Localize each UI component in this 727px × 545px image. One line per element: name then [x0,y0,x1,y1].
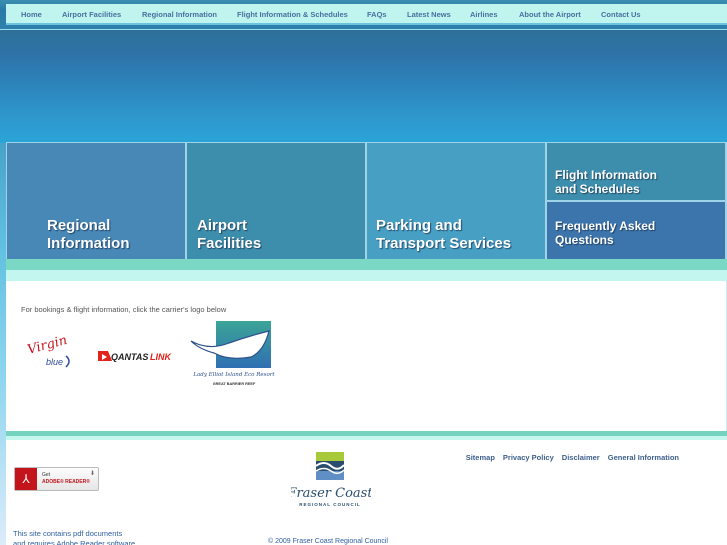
banner-divider [0,29,727,30]
nav-home[interactable]: Home [21,10,42,19]
nav-flight-information[interactable]: Flight Information & Schedules [237,10,348,19]
tile-label: Flight Information and Schedules [555,168,657,196]
tile-flight-information[interactable]: Flight Information and Schedules [547,143,726,200]
nav-latest-news[interactable]: Latest News [407,10,451,19]
tile-label: Frequently Asked Questions [555,219,656,247]
svg-text:blue: blue [46,357,63,367]
qantaslink-logo[interactable]: QANTAS LINK [98,349,183,363]
download-icon: ⬇ [89,471,95,477]
pdf-note-line2: and requires Adobe Reader software [13,539,136,545]
adobe-get-label: Get [42,472,51,478]
footer-link-disclaimer[interactable]: Disclaimer [562,453,600,462]
top-navigation: Home Airport Facilities Regional Informa… [6,4,727,25]
main-content: For bookings & flight information, click… [6,281,727,431]
pdf-note: This site contains pdf documents and req… [13,529,135,545]
booking-intro-text: For bookings & flight information, click… [21,305,227,314]
tile-label: Airport Facilities [197,217,262,252]
council-name: Fraser Coast [291,486,371,501]
lady-elliot-subcaption: GREAT BARRIER REEF [213,382,256,386]
tile-label: Parking and Transport Services [376,217,512,252]
tile-regional-information[interactable]: Regional Information [7,143,186,259]
svg-text:LINK: LINK [150,352,172,362]
copyright-text: © 2009 Fraser Coast Regional Council [268,538,388,545]
virgin-blue-logo[interactable]: Virgin blue [26,333,76,370]
footer-link-general-information[interactable]: General Information [608,453,679,462]
nav-about-airport[interactable]: About the Airport [519,10,581,19]
nav-airlines[interactable]: Airlines [470,10,498,19]
tile-airport-facilities[interactable]: Airport Facilities [187,143,366,259]
tile-parking-transport[interactable]: Parking and Transport Services [367,143,546,259]
header-banner [0,29,727,143]
nav-regional-information[interactable]: Regional Information [142,10,217,19]
adobe-pdf-icon: ⅄ [15,468,37,490]
pdf-note-line1: This site contains pdf documents [13,529,123,538]
lady-elliot-island-logo[interactable]: Lady Elliot Island Eco Resort GREAT BARR… [189,321,279,391]
get-adobe-reader-button[interactable]: ⅄ Get ADOBE® READER® ⬇ [14,467,99,491]
svg-text:Virgin: Virgin [26,336,69,358]
tile-faq[interactable]: Frequently Asked Questions [547,202,726,259]
nav-faqs[interactable]: FAQs [367,10,387,19]
tile-label: Regional Information [47,217,130,252]
divider-band [6,259,727,270]
adobe-reader-label: ADOBE® READER® [42,479,90,485]
feature-tiles: Regional Information Airport Facilities … [6,142,727,259]
nav-airport-facilities[interactable]: Airport Facilities [62,10,121,19]
fraser-coast-council-logo: Fraser Coast REGIONAL COUNCIL [286,450,373,510]
footer: Sitemap Privacy Policy Disclaimer Genera… [6,440,727,545]
footer-links: Sitemap Privacy Policy Disclaimer Genera… [466,453,679,462]
nav-contact-us[interactable]: Contact Us [601,10,641,19]
council-subtitle: REGIONAL COUNCIL [299,502,360,507]
footer-link-sitemap[interactable]: Sitemap [466,453,495,462]
footer-link-privacy-policy[interactable]: Privacy Policy [503,453,554,462]
lady-elliot-caption: Lady Elliot Island Eco Resort [192,372,275,378]
svg-text:QANTAS: QANTAS [111,352,148,362]
divider-band-light [6,270,727,281]
